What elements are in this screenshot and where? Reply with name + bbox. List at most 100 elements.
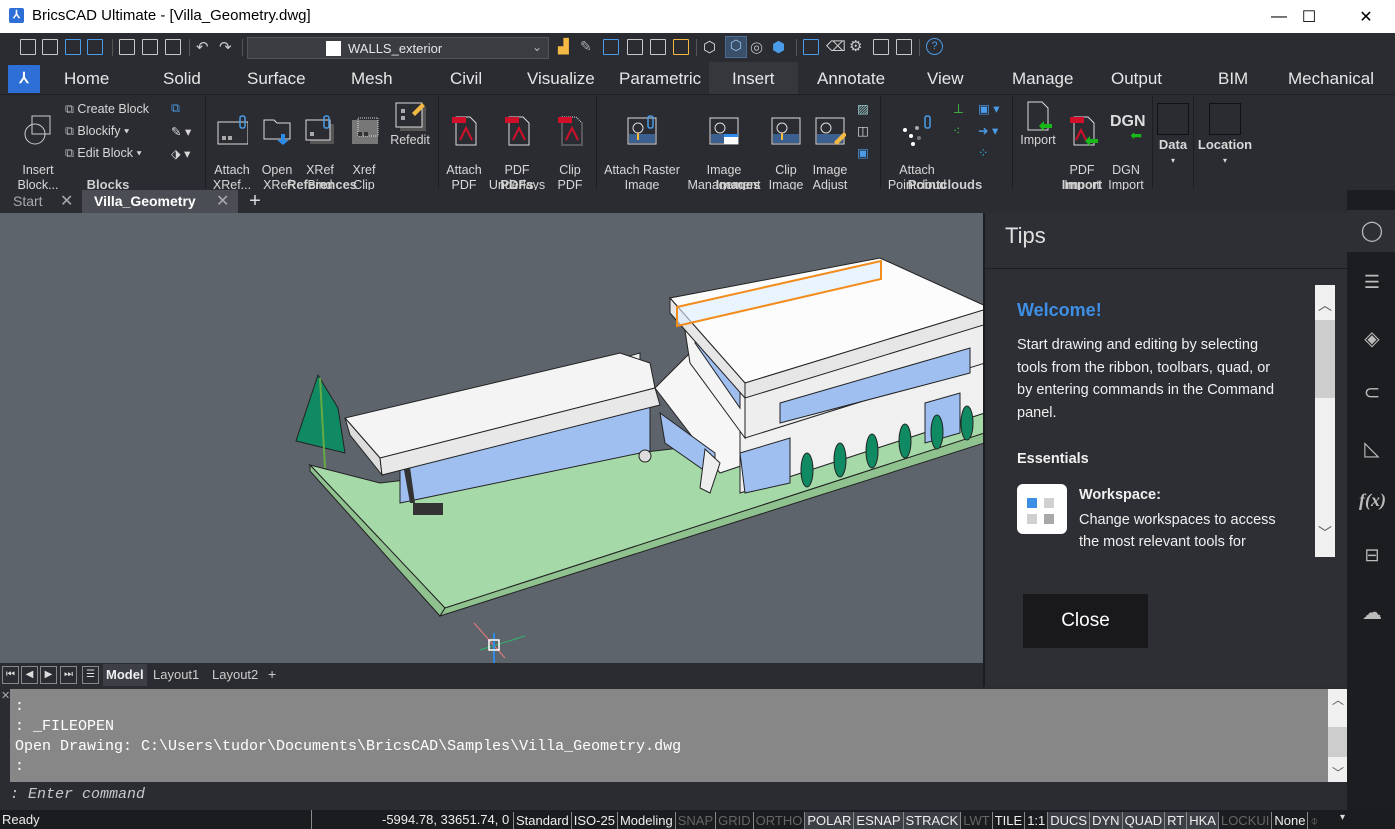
pointcloud-export-icon[interactable]: ⁖ <box>953 123 960 138</box>
next-layout-icon[interactable]: ▶ <box>40 666 57 684</box>
help-icon[interactable]: ? <box>926 38 943 55</box>
command-scrollbar[interactable]: ︿ ﹀ <box>1328 689 1347 782</box>
tab-annotate[interactable]: Annotate <box>817 69 885 89</box>
tab-civil[interactable]: Civil <box>450 69 482 89</box>
command-input[interactable]: : Enter command <box>10 786 145 803</box>
toggle-lwt[interactable]: LWT <box>960 812 991 829</box>
status-standard[interactable]: Standard <box>513 812 571 829</box>
tips-lightbulb-icon[interactable]: ◯ <box>1359 218 1385 244</box>
save-as-icon[interactable] <box>87 39 103 55</box>
eraser-icon[interactable]: ⌫ <box>826 38 846 55</box>
attach-xref-button[interactable]: Attach XRef... <box>210 99 254 193</box>
blockify-button[interactable]: ⧉ Blockify ▾ <box>65 124 129 139</box>
annotation-scale[interactable]: 1:1 <box>1024 812 1047 829</box>
status-menu-chevron-icon[interactable]: ▾ <box>1340 812 1345 823</box>
undo-icon[interactable]: ↶ <box>196 38 209 56</box>
toggle-snap[interactable]: SNAP <box>674 812 715 829</box>
tab-solid[interactable]: Solid <box>163 69 201 89</box>
layout-list-icon[interactable]: ☰ <box>82 666 99 684</box>
image-transparency-icon[interactable]: ▨ <box>857 101 869 116</box>
import-button[interactable]: Import <box>1016 99 1060 148</box>
tab-surface[interactable]: Surface <box>247 69 306 89</box>
match-properties-icon[interactable]: ▟ <box>558 38 569 55</box>
scroll-down-icon[interactable]: ﹀ <box>1332 764 1344 781</box>
last-layout-icon[interactable]: ⏭ <box>60 666 77 684</box>
close-window-button[interactable]: ✕ <box>1337 0 1395 33</box>
drawing-explorer-icon[interactable]: ◺ <box>1359 436 1385 462</box>
toggle-hka[interactable]: HKA <box>1186 812 1218 829</box>
toggle-polar[interactable]: POLAR <box>804 812 854 829</box>
pointcloud-project-icon[interactable]: ➜ ▾ <box>978 123 998 138</box>
toggle-quad[interactable]: QUAD <box>1121 812 1165 829</box>
create-block-button[interactable]: ⧉ Create Block <box>65 102 149 117</box>
edit-block-button[interactable]: ⧉ Edit Block ▾ <box>65 146 142 161</box>
pointcloud-crop-icon[interactable]: ▣ ▾ <box>978 101 1000 116</box>
attach-pdf-button[interactable]: Attach PDF <box>444 99 484 193</box>
tab-mesh[interactable]: Mesh <box>351 69 393 89</box>
layout-tab-layout2[interactable]: Layout2 <box>212 667 258 682</box>
attachments-paperclip-icon[interactable]: ⊂ <box>1359 380 1385 406</box>
shaded-cube-icon[interactable]: ◎ <box>750 38 763 56</box>
image-adjust-button[interactable]: Image Adjust <box>810 99 850 193</box>
rendered-cube-icon[interactable]: ⬢ <box>772 38 785 56</box>
open-file-icon[interactable] <box>42 39 58 55</box>
toggle-rt[interactable]: RT <box>1164 812 1187 829</box>
layout-tab-model[interactable]: Model <box>103 664 147 686</box>
print-preview-icon[interactable] <box>142 39 158 55</box>
toggle-tile[interactable]: TILE <box>991 812 1024 829</box>
first-layout-icon[interactable]: ⏮ <box>2 666 19 684</box>
publish-icon[interactable] <box>165 39 181 55</box>
prev-layout-icon[interactable]: ◀ <box>21 666 38 684</box>
toggle-ducs[interactable]: DUCS <box>1047 812 1090 829</box>
status-dimstyle[interactable]: ISO-25 <box>570 812 617 829</box>
tab-output[interactable]: Output <box>1111 69 1162 89</box>
parameters-fx-icon[interactable]: f(x) <box>1359 490 1386 516</box>
image-quality-icon[interactable]: ▣ <box>857 145 869 160</box>
hidden-cube-icon[interactable]: ⬡ <box>725 36 747 58</box>
properties-sliders-icon[interactable]: ☰ <box>1359 272 1385 298</box>
toggle-lockui[interactable]: LOCKUI <box>1217 812 1271 829</box>
tab-visualize[interactable]: Visualize <box>527 69 595 89</box>
layer-dropdown[interactable]: WALLS_exterior ⌄ <box>247 37 549 59</box>
select-cross-icon[interactable] <box>650 39 666 55</box>
scroll-thumb[interactable] <box>1328 727 1347 757</box>
doc-tab-villa-geometry[interactable]: Villa_Geometry ✕ <box>82 190 238 213</box>
add-layout-button[interactable]: + <box>268 666 276 682</box>
scroll-up-icon[interactable]: ︿ <box>1318 295 1332 315</box>
location-button[interactable]: Location ▾ <box>1196 103 1254 168</box>
toggle-dyn[interactable]: DYN <box>1089 812 1122 829</box>
attach-raster-image-button[interactable]: Attach Raster Image <box>600 99 684 193</box>
tab-insert[interactable]: Insert <box>732 69 775 89</box>
refedit-button[interactable]: Refedit <box>388 99 432 148</box>
fullscreen-icon[interactable] <box>896 39 912 55</box>
select-similar-icon[interactable] <box>627 39 643 55</box>
tab-home[interactable]: Home <box>64 69 109 89</box>
tab-parametric[interactable]: Parametric <box>619 69 701 89</box>
close-tips-button[interactable]: Close <box>1023 594 1148 648</box>
maximize-button[interactable]: ☐ <box>1280 0 1338 33</box>
tab-view[interactable]: View <box>927 69 964 89</box>
block-attribute-edit-icon[interactable]: ✎ ▾ <box>171 124 191 139</box>
tab-mechanical[interactable]: Mechanical <box>1288 69 1374 89</box>
settings-gear-icon[interactable]: ⚙ <box>849 37 862 55</box>
data-button[interactable]: Data ▾ <box>1155 103 1191 168</box>
toggle-grid[interactable]: GRID <box>715 812 753 829</box>
cloud-upload-icon[interactable]: ☁ <box>1359 600 1385 626</box>
image-frame-icon[interactable]: ◫ <box>857 123 869 138</box>
pointcloud-ucs-icon[interactable]: ⊥ <box>953 101 964 116</box>
toggle-ortho[interactable]: ORTHO <box>752 812 805 829</box>
doc-tab-start[interactable]: Start ✕ <box>0 190 80 213</box>
layout-tab-layout1[interactable]: Layout1 <box>153 667 199 682</box>
save-icon[interactable] <box>65 39 81 55</box>
status-none[interactable]: None <box>1271 812 1307 829</box>
structure-tree-icon[interactable]: ⊟ <box>1359 545 1385 571</box>
layers-icon[interactable]: ◈ <box>1359 326 1385 352</box>
tab-manage[interactable]: Manage <box>1012 69 1073 89</box>
tab-bim[interactable]: BIM <box>1218 69 1248 89</box>
app-menu-button[interactable]: ⅄ <box>8 65 40 93</box>
close-tab-icon[interactable]: ✕ <box>60 190 73 213</box>
scroll-thumb[interactable] <box>1315 320 1335 398</box>
close-tab-icon[interactable]: ✕ <box>216 190 229 213</box>
plot-icon[interactable] <box>119 39 135 55</box>
block-save-icon[interactable]: ⧉ <box>171 101 180 116</box>
